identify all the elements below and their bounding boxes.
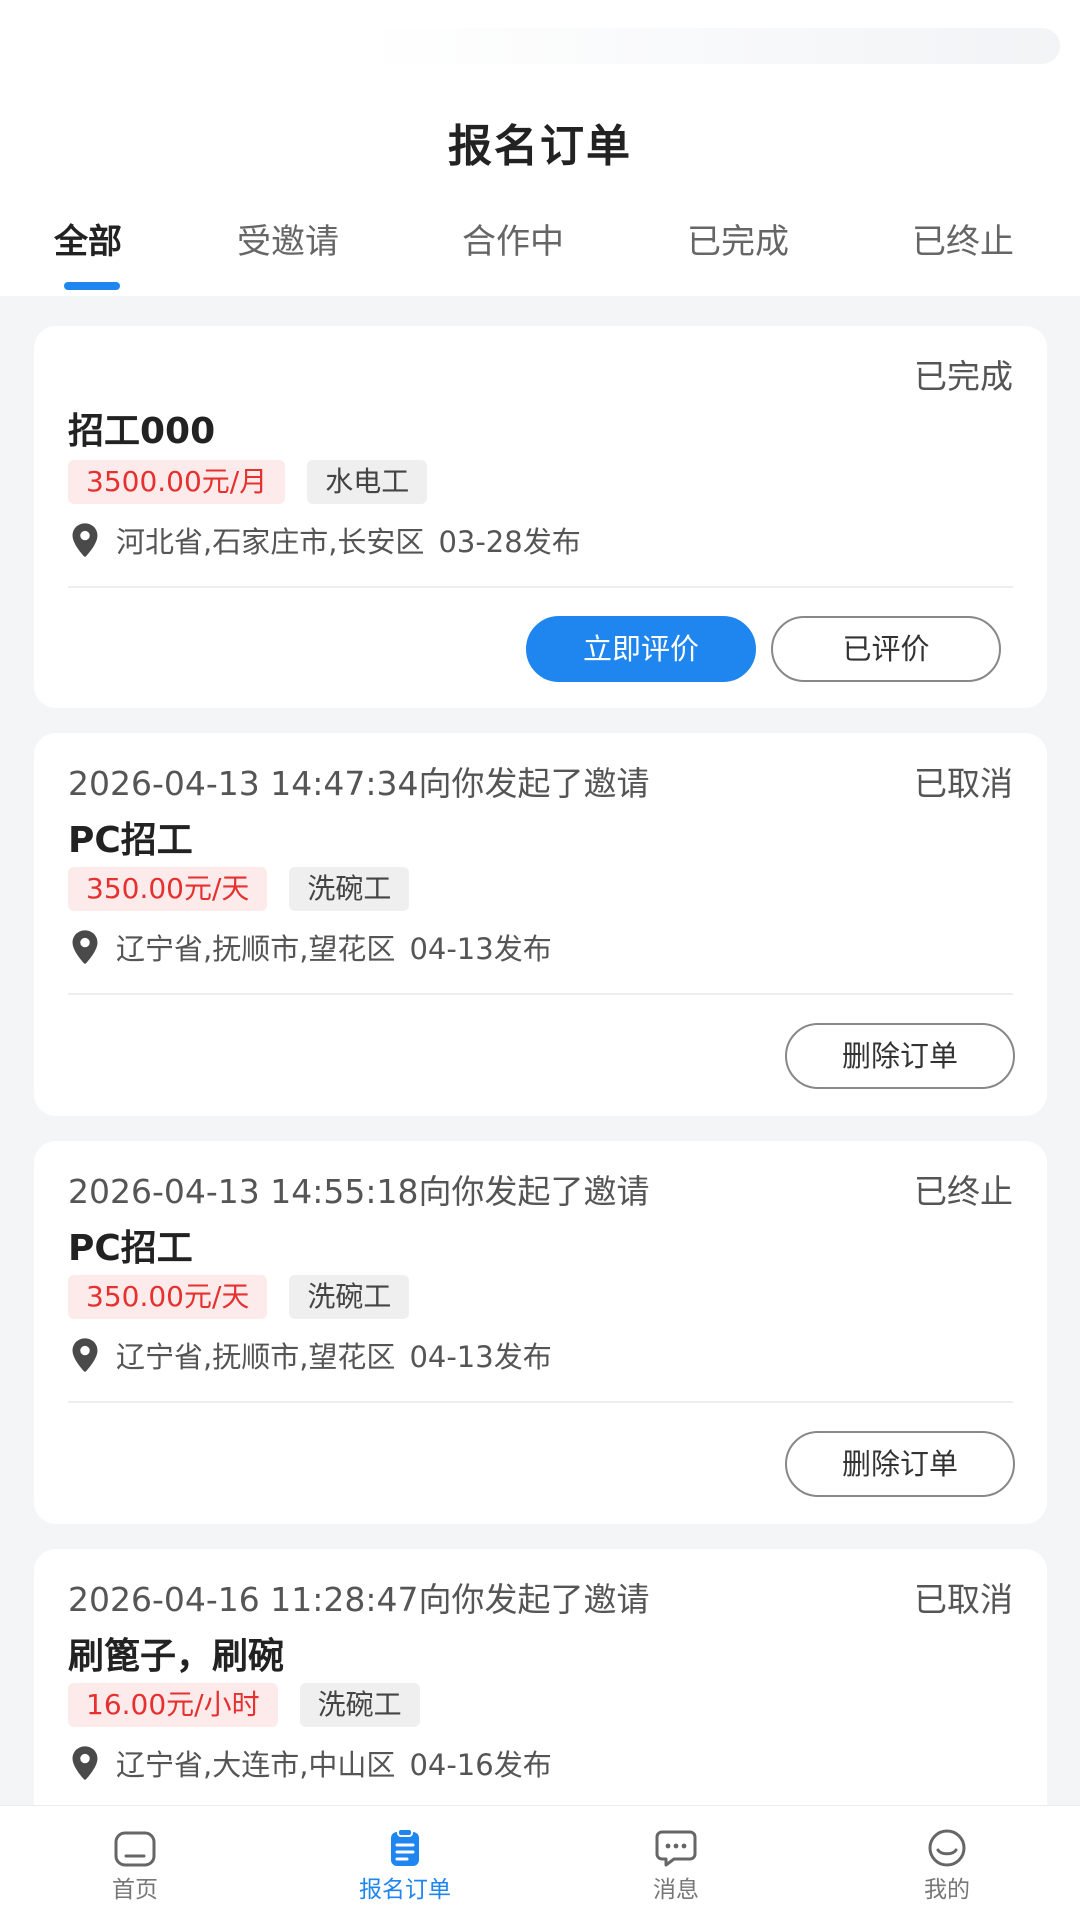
bottom-nav: 首页 报名订单 消息 我的: [0, 1805, 1080, 1920]
location-row: 河北省,石家庄市,长安区 03-28发布: [68, 520, 581, 560]
nav-messages-label: 消息: [653, 1877, 699, 1903]
job-type-tag: 洗碗工: [289, 867, 410, 911]
card-divider: [68, 1401, 1013, 1403]
publish-date: 04-13发布: [409, 932, 552, 966]
tag-row: 350.00元/天 洗碗工: [68, 867, 410, 911]
job-title: PC招工: [68, 820, 193, 861]
nav-profile[interactable]: 我的: [887, 1828, 1007, 1904]
salary-tag: 3500.00元/月: [68, 460, 286, 504]
tag-row: 350.00元/天 洗碗工: [68, 1275, 410, 1319]
location-text: 辽宁省,抚顺市,望花区: [116, 1340, 396, 1374]
card-divider: [68, 993, 1013, 995]
salary-tag: 350.00元/天: [68, 1275, 268, 1319]
app-root: 报名订单 全部 受邀请 合作中 已完成 已终止 已完成 招工000 3500.0…: [0, 0, 1080, 1920]
nav-orders[interactable]: 报名订单: [345, 1828, 465, 1904]
rate-now-button[interactable]: 立即评价: [526, 616, 756, 682]
job-type-tag: 洗碗工: [299, 1683, 420, 1727]
job-title: PC招工: [68, 1228, 193, 1269]
location-row: 辽宁省,大连市,中山区 04-16发布: [68, 1743, 552, 1783]
job-title: 招工000: [68, 411, 216, 452]
salary-tag: 350.00元/天: [68, 867, 268, 911]
tab-completed[interactable]: 已完成: [687, 214, 789, 263]
job-type-tag: 水电工: [307, 460, 428, 504]
status-bar: [360, 28, 1060, 64]
salary-tag: 16.00元/小时: [68, 1683, 278, 1727]
order-card[interactable]: 2026-04-13 14:55:18向你发起了邀请 已终止 PC招工 350.…: [34, 1141, 1047, 1524]
location-text: 河北省,石家庄市,长安区: [116, 525, 425, 559]
publish-date: 04-13发布: [409, 1340, 552, 1374]
invite-text: 2026-04-13 14:47:34向你发起了邀请: [68, 764, 650, 803]
delete-order-button[interactable]: 删除订单: [785, 1023, 1015, 1089]
location-pin-icon: [72, 1746, 98, 1780]
nav-orders-label: 报名订单: [359, 1877, 451, 1903]
nav-home[interactable]: 首页: [75, 1828, 195, 1904]
tag-row: 16.00元/小时 洗碗工: [68, 1683, 420, 1727]
message-icon: [655, 1830, 697, 1867]
header: 报名订单 全部 受邀请 合作中 已完成 已终止: [0, 0, 1080, 296]
order-card[interactable]: 2026-04-13 14:47:34向你发起了邀请 已取消 PC招工 350.…: [34, 733, 1047, 1116]
nav-messages[interactable]: 消息: [616, 1828, 736, 1904]
tab-bar: 全部 受邀请 合作中 已完成 已终止: [0, 214, 1080, 294]
order-card[interactable]: 2026-04-16 11:28:47向你发起了邀请 已取消 刷篦子，刷碗 16…: [34, 1549, 1047, 1849]
location-pin-icon: [72, 930, 98, 964]
order-status: 已终止: [914, 1172, 1013, 1211]
location-row: 辽宁省,抚顺市,望花区 04-13发布: [68, 927, 552, 967]
location-text: 辽宁省,抚顺市,望花区: [116, 932, 396, 966]
tag-row: 3500.00元/月 水电工: [68, 460, 428, 504]
nav-home-label: 首页: [112, 1877, 158, 1903]
tab-invited[interactable]: 受邀请: [237, 214, 339, 263]
tab-cooperating[interactable]: 合作中: [462, 214, 564, 263]
location-pin-icon: [72, 523, 98, 557]
order-status: 已取消: [914, 1580, 1013, 1619]
smile-icon: [928, 1829, 966, 1867]
job-title: 刷篦子，刷碗: [68, 1636, 285, 1677]
location-row: 辽宁省,抚顺市,望花区 04-13发布: [68, 1335, 552, 1375]
home-icon: [114, 1831, 156, 1867]
order-status: 已取消: [914, 764, 1013, 803]
clipboard-icon: [391, 1828, 419, 1866]
delete-order-button[interactable]: 删除订单: [785, 1431, 1015, 1497]
page-title: 报名订单: [448, 121, 632, 172]
publish-date: 03-28发布: [438, 525, 581, 559]
card-divider: [68, 586, 1013, 588]
tab-all[interactable]: 全部: [54, 214, 122, 263]
invite-text: 2026-04-16 11:28:47向你发起了邀请: [68, 1580, 650, 1619]
tab-terminated[interactable]: 已终止: [912, 214, 1014, 263]
location-text: 辽宁省,大连市,中山区: [116, 1748, 396, 1782]
order-status: 已完成: [914, 357, 1013, 396]
active-tab-indicator: [64, 282, 120, 290]
location-pin-icon: [72, 1338, 98, 1372]
publish-date: 04-16发布: [409, 1748, 552, 1782]
rated-button[interactable]: 已评价: [771, 616, 1001, 682]
nav-profile-label: 我的: [924, 1877, 970, 1903]
order-card[interactable]: 已完成 招工000 3500.00元/月 水电工 河北省,石家庄市,长安区 03…: [34, 326, 1047, 708]
job-type-tag: 洗碗工: [289, 1275, 410, 1319]
invite-text: 2026-04-13 14:55:18向你发起了邀请: [68, 1172, 650, 1211]
